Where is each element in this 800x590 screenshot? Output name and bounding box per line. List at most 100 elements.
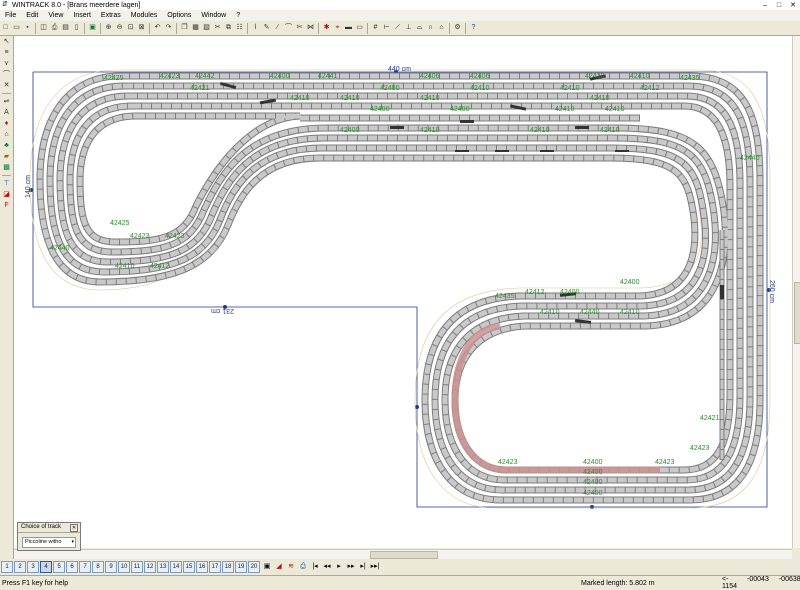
layer-view-icon[interactable]: ▣ xyxy=(262,562,272,572)
layer-button-20[interactable]: 20 xyxy=(248,560,260,573)
layer-button-9[interactable]: 9 xyxy=(105,560,117,573)
layer-button-7[interactable]: 7 xyxy=(79,560,91,573)
layer-button-18[interactable]: 18 xyxy=(222,560,234,573)
menu-window[interactable]: Window xyxy=(196,10,231,21)
select-icon[interactable]: ↖ xyxy=(1,37,12,47)
prev-icon[interactable]: ◂◂ xyxy=(322,562,332,572)
next-icon[interactable]: ▸▸ xyxy=(346,562,356,572)
undo-icon[interactable]: ↶ xyxy=(153,23,163,33)
print-preview-icon[interactable]: ◫ xyxy=(39,23,49,33)
redo-icon[interactable]: ↷ xyxy=(164,23,174,33)
close-button[interactable]: ✕ xyxy=(786,1,800,10)
zoom-fit-icon[interactable]: ⊡ xyxy=(126,23,136,33)
crossing-icon[interactable]: ✕ xyxy=(1,81,12,91)
layer-button-4[interactable]: 4 xyxy=(40,560,52,573)
layer-button-19[interactable]: 19 xyxy=(235,560,247,573)
curve-icon[interactable]: ⌒ xyxy=(1,70,12,80)
zoom-window-icon[interactable]: ⊠ xyxy=(137,23,147,33)
scroll-thumb[interactable] xyxy=(370,551,438,559)
cut-icon[interactable]: ✂ xyxy=(213,23,223,33)
signal-icon[interactable]: ✱ xyxy=(322,23,332,33)
measure-icon[interactable]: ⌇ xyxy=(251,23,261,33)
signal-icon[interactable]: ♦ xyxy=(1,119,12,129)
layer-button-12[interactable]: 12 xyxy=(144,560,156,573)
page-icon[interactable]: ▯ xyxy=(72,23,82,33)
ruler-icon[interactable]: F xyxy=(1,201,12,211)
ruler-icon[interactable]: ⊢ xyxy=(382,23,392,33)
tree-icon[interactable]: ♣ xyxy=(1,141,12,151)
gradient-icon[interactable]: ⟋ xyxy=(393,23,403,33)
flex-track-icon[interactable]: ⌒ xyxy=(284,23,294,33)
layer-button-2[interactable]: 2 xyxy=(14,560,26,573)
menu-extras[interactable]: Extras xyxy=(96,10,126,21)
options-icon[interactable]: ⚙ xyxy=(453,23,463,33)
horizontal-scrollbar[interactable] xyxy=(14,549,792,559)
paste-icon[interactable]: ▦ xyxy=(191,23,201,33)
scroll-thumb[interactable] xyxy=(794,282,800,344)
points-icon[interactable]: ⋎ xyxy=(1,59,12,69)
track-connect-icon[interactable]: ∕ xyxy=(273,23,283,33)
station-icon[interactable]: ⌂ xyxy=(437,23,447,33)
layer-button-17[interactable]: 17 xyxy=(209,560,221,573)
platform-icon[interactable]: ⊤ xyxy=(1,179,12,189)
scissors-icon[interactable]: ✄ xyxy=(295,23,305,33)
bridge-icon[interactable]: ⌓ xyxy=(415,23,425,33)
menu-view[interactable]: View xyxy=(43,10,68,21)
snap-icon[interactable]: ⋈ xyxy=(306,23,316,33)
vertical-scrollbar[interactable] xyxy=(792,36,800,548)
layer-button-15[interactable]: 15 xyxy=(183,560,195,573)
track-system-select[interactable]: Piccoline witho ▾ xyxy=(22,537,76,548)
minimize-button[interactable]: – xyxy=(758,1,772,10)
play-icon[interactable]: ▸ xyxy=(334,562,344,572)
layer-button-14[interactable]: 14 xyxy=(170,560,182,573)
menu-help[interactable]: ? xyxy=(231,10,245,21)
menu-options[interactable]: Options xyxy=(162,10,196,21)
end-icon[interactable]: ▸▸| xyxy=(370,562,380,572)
menu-edit[interactable]: Edit xyxy=(21,10,43,21)
close-icon[interactable]: ✕ xyxy=(70,524,78,532)
height-icon[interactable]: ⊥ xyxy=(404,23,414,33)
delete-icon[interactable]: ▧ xyxy=(202,23,212,33)
drawing-canvas[interactable]: 42425 42423 42442 42400 42441 42406 4240… xyxy=(14,36,800,548)
grid-icon[interactable]: # xyxy=(371,23,381,33)
layer-button-1[interactable]: 1 xyxy=(1,560,13,573)
print-setup-icon[interactable]: ▤ xyxy=(61,23,71,33)
building-icon[interactable]: ⌂ xyxy=(1,130,12,140)
layer-button-3[interactable]: 3 xyxy=(27,560,39,573)
menu-insert[interactable]: Insert xyxy=(68,10,96,21)
print-layer-icon[interactable]: ⎙ xyxy=(298,562,308,572)
layer-picture-icon[interactable]: ▣ xyxy=(88,23,98,33)
layer-button-5[interactable]: 5 xyxy=(53,560,65,573)
tracks-icon[interactable]: ≡ xyxy=(1,48,12,58)
railroad-icon[interactable]: ⇌ xyxy=(1,97,12,107)
help-icon[interactable]: ? xyxy=(469,23,479,33)
train-run-icon[interactable]: ≋ xyxy=(286,562,296,572)
save-icon[interactable]: ▪ xyxy=(23,23,33,33)
landscape-icon[interactable]: ▩ xyxy=(1,163,12,173)
rail-color-icon[interactable]: ◪ xyxy=(1,190,12,200)
tunnel-icon[interactable]: ∩ xyxy=(426,23,436,33)
pencil-icon[interactable]: ✎ xyxy=(262,23,272,33)
menu-file[interactable]: File xyxy=(0,10,21,21)
properties-icon[interactable]: ☷ xyxy=(235,23,245,33)
open-folder-icon[interactable]: ▭ xyxy=(12,23,22,33)
zoom-in-icon[interactable]: ⊕ xyxy=(104,23,114,33)
layer-button-10[interactable]: 10 xyxy=(118,560,130,573)
layer-button-6[interactable]: 6 xyxy=(66,560,78,573)
layer-button-11[interactable]: 11 xyxy=(131,560,143,573)
catenary-icon[interactable]: ⌖ xyxy=(333,23,343,33)
text-icon[interactable]: A xyxy=(1,108,12,118)
layer-button-8[interactable]: 8 xyxy=(92,560,104,573)
layer-button-13[interactable]: 13 xyxy=(157,560,169,573)
first-icon[interactable]: |◂ xyxy=(310,562,320,572)
print-icon[interactable]: ⎙ xyxy=(50,23,60,33)
layer-button-16[interactable]: 16 xyxy=(196,560,208,573)
eraser-icon[interactable]: ◢ xyxy=(274,562,284,572)
last-icon[interactable]: ▸| xyxy=(358,562,368,572)
zoom-out-icon[interactable]: ⊖ xyxy=(115,23,125,33)
wagon-icon[interactable]: ▭ xyxy=(355,23,365,33)
clone-icon[interactable]: ⧉ xyxy=(224,23,234,33)
road-icon[interactable]: ▰ xyxy=(1,152,12,162)
menu-modules[interactable]: Modules xyxy=(126,10,162,21)
train-icon[interactable]: ▬ xyxy=(344,23,354,33)
